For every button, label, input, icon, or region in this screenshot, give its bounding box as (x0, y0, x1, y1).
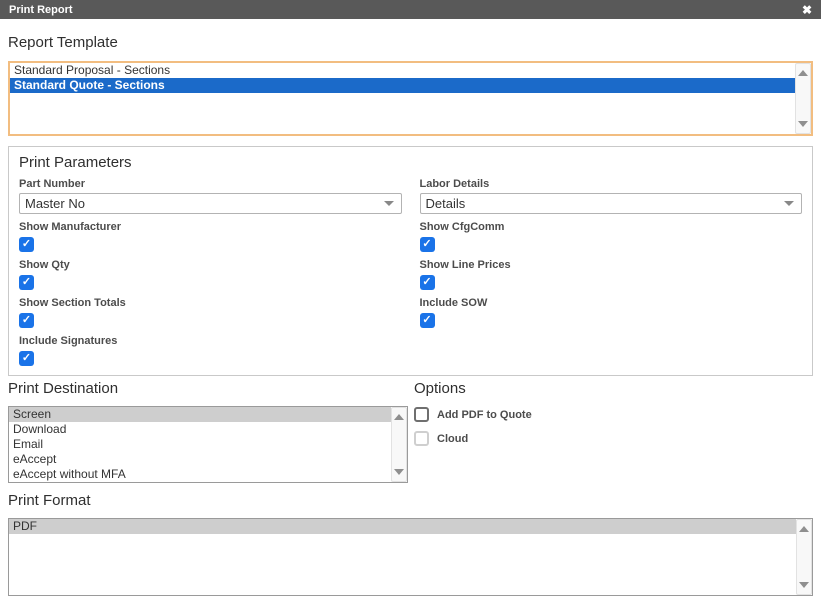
print-format-heading: Print Format (8, 492, 813, 510)
add-pdf-to-quote-checkbox[interactable] (414, 407, 429, 422)
show-line-prices-label: Show Line Prices (420, 258, 803, 272)
cloud-checkbox (414, 431, 429, 446)
close-icon[interactable] (802, 4, 812, 16)
list-item-selected[interactable]: PDF (9, 519, 796, 534)
show-qty-checkbox[interactable] (19, 275, 34, 290)
part-number-value: Master No (25, 196, 85, 211)
print-parameters-heading: Print Parameters (19, 154, 802, 172)
labor-details-select[interactable]: Details (420, 193, 803, 214)
print-destination-heading: Print Destination (8, 380, 408, 398)
print-format-listbox[interactable]: PDF (8, 518, 813, 596)
chevron-down-icon (384, 201, 394, 206)
options-heading: Options (414, 380, 813, 398)
scroll-up-icon[interactable] (394, 414, 404, 420)
include-sow-label: Include SOW (420, 296, 803, 310)
scrollbar[interactable] (795, 63, 811, 134)
list-item[interactable]: eAccept without MFA (9, 467, 391, 482)
show-section-totals-checkbox[interactable] (19, 313, 34, 328)
scrollbar[interactable] (796, 519, 812, 595)
show-manufacturer-label: Show Manufacturer (19, 220, 402, 234)
include-signatures-checkbox[interactable] (19, 351, 34, 366)
labor-details-label: Labor Details (420, 177, 803, 191)
list-item[interactable]: Standard Proposal - Sections (10, 63, 795, 78)
dialog-title: Print Report (9, 4, 73, 16)
labor-details-value: Details (426, 196, 466, 211)
report-template-listbox[interactable]: Standard Proposal - Sections Standard Qu… (8, 61, 813, 136)
chevron-down-icon (784, 201, 794, 206)
scroll-down-icon[interactable] (798, 121, 808, 127)
part-number-label: Part Number (19, 177, 402, 191)
list-item[interactable]: Email (9, 437, 391, 452)
dialog-body: Report Template Standard Proposal - Sect… (0, 34, 821, 603)
print-destination-listbox[interactable]: Screen Download Email eAccept eAccept wi… (8, 406, 408, 483)
show-section-totals-label: Show Section Totals (19, 296, 402, 310)
include-signatures-label: Include Signatures (19, 334, 402, 348)
cloud-label: Cloud (437, 432, 468, 446)
add-pdf-to-quote-label: Add PDF to Quote (437, 408, 532, 422)
show-qty-label: Show Qty (19, 258, 402, 272)
dialog-titlebar: Print Report (0, 0, 821, 19)
scroll-up-icon[interactable] (799, 526, 809, 532)
report-template-heading: Report Template (8, 34, 813, 52)
scroll-down-icon[interactable] (799, 582, 809, 588)
show-cfgcomm-checkbox[interactable] (420, 237, 435, 252)
show-manufacturer-checkbox[interactable] (19, 237, 34, 252)
scroll-down-icon[interactable] (394, 469, 404, 475)
print-parameters-panel: Print Parameters Part Number Master No L… (8, 146, 813, 376)
list-item[interactable]: Download (9, 422, 391, 437)
list-item-selected[interactable]: Screen (9, 407, 391, 422)
list-item[interactable]: eAccept (9, 452, 391, 467)
include-sow-checkbox[interactable] (420, 313, 435, 328)
scroll-up-icon[interactable] (798, 70, 808, 76)
show-cfgcomm-label: Show CfgComm (420, 220, 803, 234)
part-number-select[interactable]: Master No (19, 193, 402, 214)
show-line-prices-checkbox[interactable] (420, 275, 435, 290)
list-item-selected[interactable]: Standard Quote - Sections (10, 78, 795, 93)
scrollbar[interactable] (391, 407, 407, 482)
